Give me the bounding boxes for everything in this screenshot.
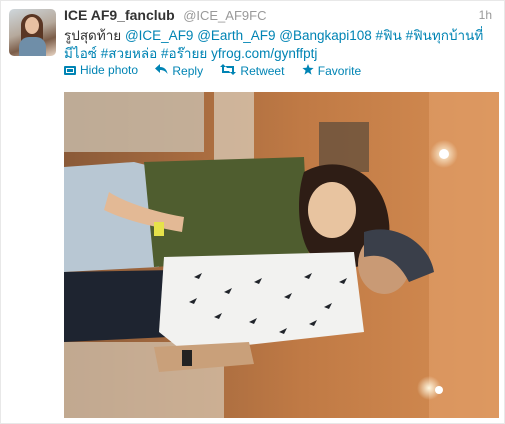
photo-dark-panel bbox=[319, 122, 369, 172]
mention-ice-af9[interactable]: @ICE_AF9 bbox=[125, 28, 193, 43]
photo-icon bbox=[64, 65, 76, 75]
tweet-text: รูปสุดท้าย @ICE_AF9 @Earth_AF9 @Bangkapi… bbox=[64, 27, 489, 63]
timestamp[interactable]: 1h bbox=[479, 8, 492, 22]
hashtag-araiy[interactable]: #อร๊ายย bbox=[161, 46, 207, 61]
reply-arrow-icon bbox=[155, 63, 168, 78]
favorite-label: Favorite bbox=[317, 63, 362, 78]
photo-green-top bbox=[144, 157, 309, 267]
photo-dark-jeans bbox=[64, 270, 174, 342]
avatar-face bbox=[25, 17, 39, 34]
photo-light-1-core bbox=[439, 149, 449, 159]
tweet-photo[interactable] bbox=[64, 92, 499, 418]
avatar[interactable] bbox=[9, 9, 56, 56]
retweet-icon bbox=[220, 63, 237, 78]
mention-bangkapi108[interactable]: @Bangkapi108 bbox=[279, 28, 372, 43]
star-icon bbox=[302, 63, 314, 78]
photo-watch bbox=[182, 350, 192, 366]
username[interactable]: @ICE_AF9FC bbox=[183, 8, 266, 23]
retweet-label: Retweet bbox=[240, 63, 285, 78]
avatar-body bbox=[19, 37, 46, 56]
retweet-button[interactable]: Retweet bbox=[220, 63, 285, 78]
fullname[interactable]: ICE AF9_fanclub bbox=[64, 7, 175, 23]
tweet-text-intro: รูปสุดท้าย bbox=[64, 28, 125, 43]
hashtag-fin[interactable]: #ฟิน bbox=[376, 28, 402, 43]
hashtag-beautiful-handsome[interactable]: #สวยหล่อ bbox=[101, 46, 158, 61]
tweet-actions: Hide photo Reply Retweet Favorite bbox=[64, 63, 375, 79]
photo-face-1 bbox=[308, 182, 356, 238]
reply-label: Reply bbox=[172, 63, 204, 78]
photo-yellow-bracelet bbox=[154, 222, 164, 236]
hide-photo-button[interactable]: Hide photo bbox=[64, 63, 138, 77]
photo-illustration bbox=[64, 92, 499, 418]
photo-upper-left-area bbox=[64, 92, 204, 152]
mention-earth-af9[interactable]: @Earth_AF9 bbox=[197, 28, 275, 43]
tweet-card[interactable]: ICE AF9_fanclub @ICE_AF9FC 1h รูปสุดท้าย… bbox=[0, 0, 505, 424]
photo-light-2-core bbox=[435, 386, 443, 394]
favorite-button[interactable]: Favorite bbox=[302, 63, 362, 78]
reply-button[interactable]: Reply bbox=[155, 63, 204, 78]
tweet-header: ICE AF9_fanclub @ICE_AF9FC 1h bbox=[64, 7, 494, 25]
yfrog-link[interactable]: yfrog.com/gynffptj bbox=[211, 46, 317, 61]
hide-photo-label: Hide photo bbox=[80, 63, 139, 77]
